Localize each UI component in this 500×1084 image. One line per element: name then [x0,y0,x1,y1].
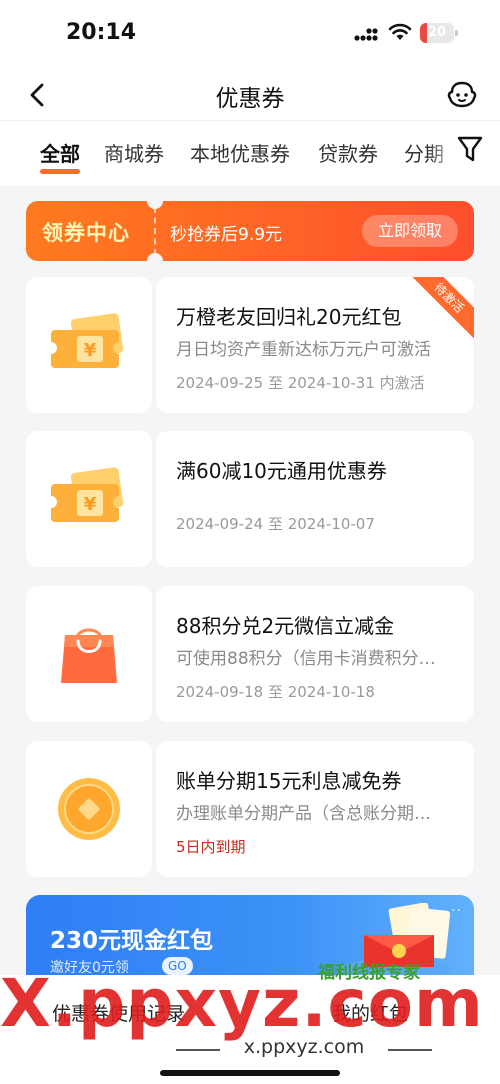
brand-stamp: 福利线报专家 [318,963,420,983]
status-time: 20:14 [66,20,137,45]
coupon-card[interactable]: ¥ 万橙老友回归礼20元红包 月日均资产重新达标万元户可激活 2024-09-2… [26,277,474,413]
tab-all[interactable]: 全部 [40,138,80,167]
coupon-card[interactable]: 88积分兑2元微信立减金 可使用88积分（信用卡消费积分… 2024-09-18… [26,586,474,722]
home-indicator[interactable] [160,1070,340,1076]
coupon-center-banner[interactable]: 领券中心 秒抢券后9.9元 立即领取 [26,201,474,261]
coupon-title: 满60减10元通用优惠券 [176,459,387,483]
ticket-icon: ¥ [51,313,124,368]
tab-loan[interactable]: 贷款券 [318,138,378,167]
nav-bar: 优惠券 [0,68,500,120]
claim-now-button[interactable]: 立即领取 [362,215,458,247]
status-bar: 20:14 20 [0,0,500,68]
coupon-card[interactable]: 账单分期15元利息减免券 办理账单分期产品（含总账分期… 5日内到期 [26,741,474,877]
expiry-warning: 5日内到期 [176,838,246,856]
svg-text:¥: ¥ [84,494,97,515]
coupon-description: 可使用88积分（信用卡消费积分… [176,649,436,669]
coupon-date: 2024-09-18 至 2024-10-18 [176,683,375,701]
page-title: 优惠券 [215,86,285,112]
coupon-date: 2024-09-24 至 2024-10-07 [176,515,375,533]
svg-text:¥: ¥ [84,340,97,361]
coupon-title: 账单分期15元利息减免券 [176,769,402,793]
filter-icon[interactable] [456,134,484,164]
wifi-icon [388,23,412,40]
signal-icon [354,28,378,41]
bottom-bar: 优惠券使用记录 我的红包 X.ppxyz.com x.ppxyz.com [0,965,500,1084]
battery-icon: 20 [420,23,458,43]
coupon-description: 月日均资产重新达标万元户可激活 [176,340,431,360]
tab-mall[interactable]: 商城券 [104,138,164,167]
coupon-date: 2024-09-25 至 2024-10-31 内激活 [176,374,425,392]
coupon-description: 办理账单分期产品（含总账分期… [176,804,431,824]
battery-level: 20 [427,25,447,40]
ticket-icon: ¥ [51,467,124,522]
coin-icon [58,778,120,840]
promo-title: 230元现金红包 [50,928,214,954]
coupon-card[interactable]: ¥ 满60减10元通用优惠券 2024-09-24 至 2024-10-07 [26,431,474,567]
banner-subtitle: 秒抢券后9.9元 [170,225,283,245]
tab-local[interactable]: 本地优惠券 [190,138,290,167]
coupon-title: 88积分兑2元微信立减金 [176,614,395,638]
customer-service-icon[interactable] [446,80,478,108]
shopping-bag-icon [61,628,117,683]
tab-bar: 全部 商城券 本地优惠券 贷款券 分期 [0,120,500,186]
coupon-title: 万橙老友回归礼20元红包 [176,305,402,329]
watermark-url: x.ppxyz.com [243,1036,365,1058]
banner-title: 领券中心 [42,221,130,245]
active-tab-indicator [40,169,80,174]
